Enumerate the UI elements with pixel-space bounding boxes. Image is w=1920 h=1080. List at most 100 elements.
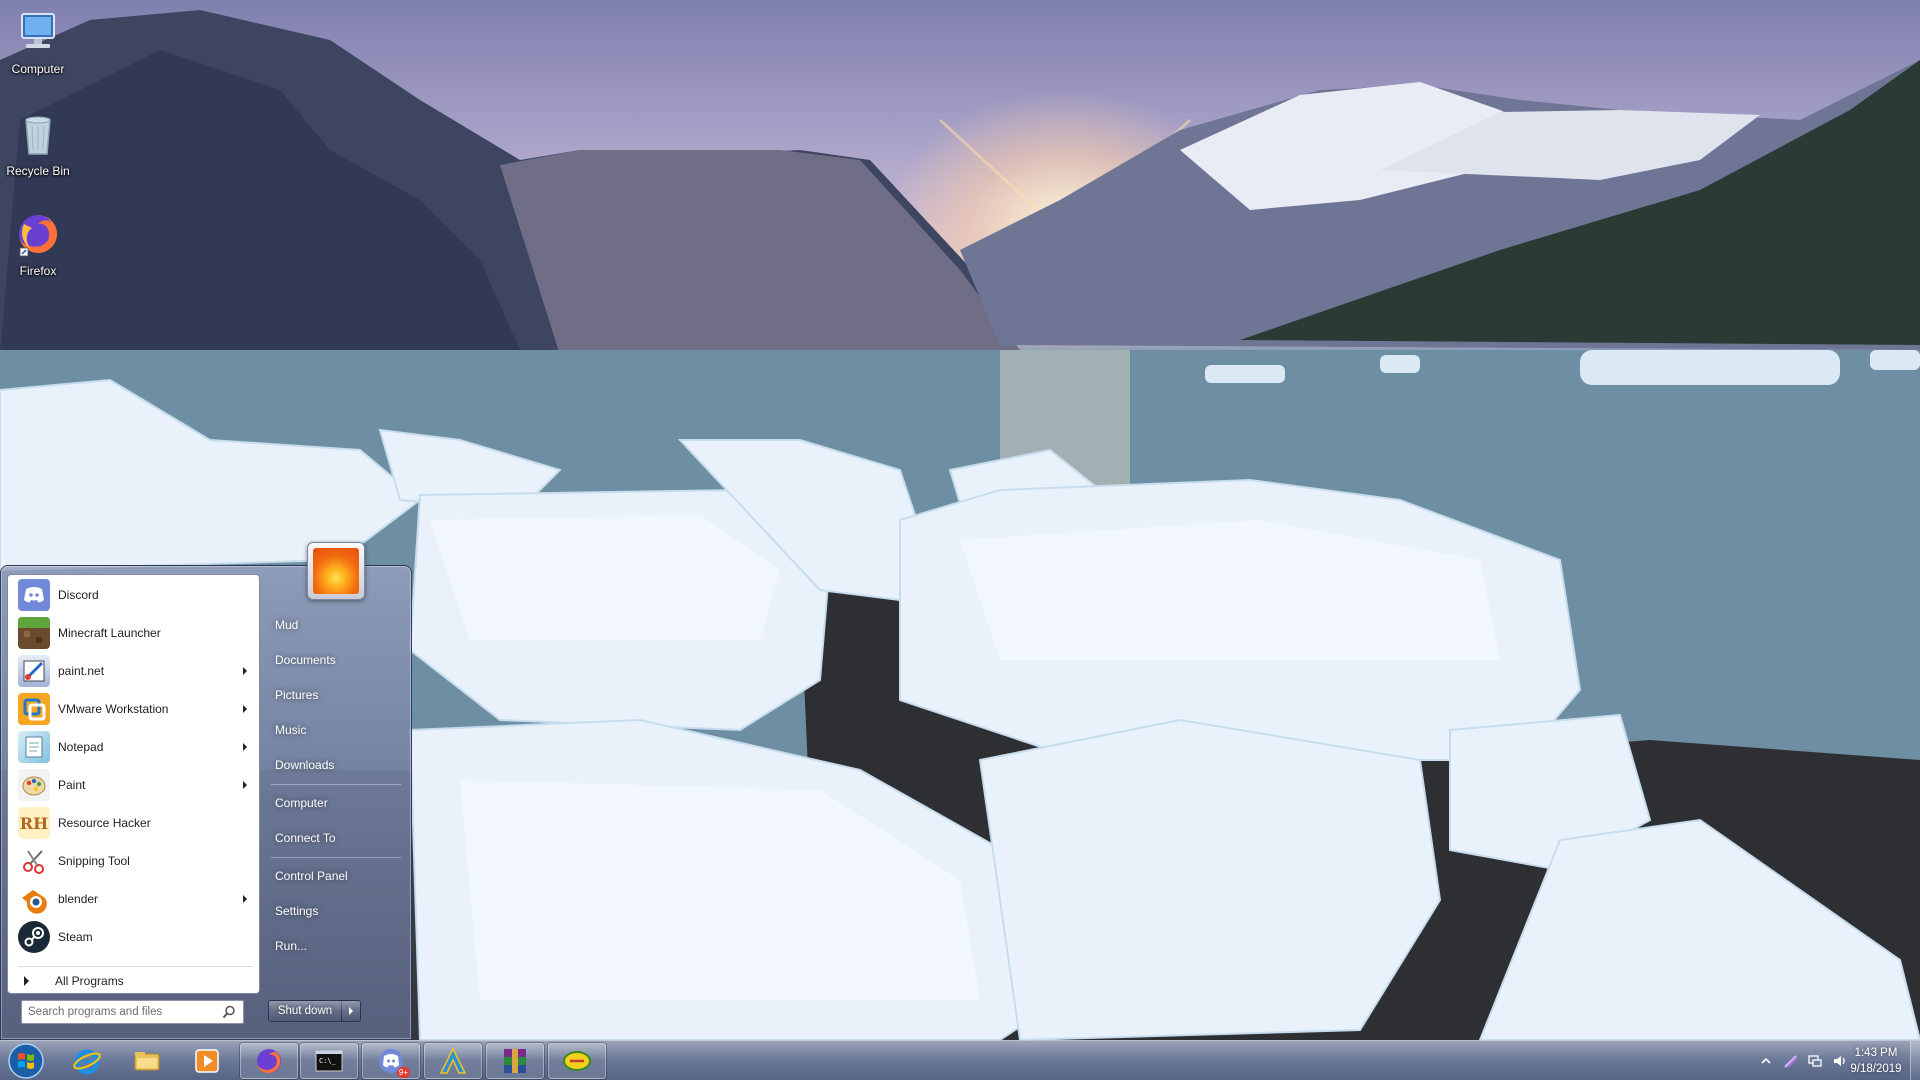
start-item-computer[interactable]: Computer	[267, 788, 405, 818]
start-item-downloads[interactable]: Downloads	[267, 750, 405, 780]
start-button[interactable]	[6, 1042, 46, 1080]
start-item-pictures[interactable]: Pictures	[267, 680, 405, 710]
taskbar-media-player[interactable]	[178, 1043, 236, 1079]
paint-net-icon	[18, 655, 50, 687]
start-menu-separator	[271, 857, 401, 858]
firefox-icon	[254, 1046, 284, 1076]
arc-launcher-icon	[438, 1046, 468, 1076]
all-programs-label: All Programs	[55, 974, 124, 988]
start-item-label: Computer	[275, 796, 328, 810]
program-item-vmware-workstation[interactable]: VMware Workstation	[12, 691, 255, 727]
network-icon[interactable]	[1807, 1053, 1823, 1069]
program-label: paint.net	[58, 664, 105, 678]
taskbar-arc-launcher[interactable]	[424, 1043, 482, 1079]
taskbar-clock[interactable]: 1:43 PM 9/18/2019	[1846, 1045, 1906, 1077]
start-item-connect-to[interactable]: Connect To	[267, 823, 405, 853]
chevron-right-icon	[348, 1007, 353, 1015]
start-search-box[interactable]	[21, 1000, 244, 1024]
clock-time: 1:43 PM	[1854, 1047, 1898, 1059]
start-item-label: Run...	[275, 939, 308, 953]
desktop-icon-label: Recycle Bin	[6, 164, 70, 178]
taskbar-command-prompt[interactable]: C:\_	[300, 1043, 358, 1079]
internet-explorer-icon	[72, 1046, 102, 1076]
flower-avatar-icon	[313, 548, 359, 594]
start-item-settings[interactable]: Settings	[267, 896, 405, 926]
start-item-run[interactable]: Run...	[267, 931, 405, 961]
discord-icon: 9+	[376, 1046, 410, 1078]
program-item-blender[interactable]: blender	[12, 881, 255, 917]
start-menu-programs-pane: Discord Minecraft Launcher paint.net VMw…	[7, 574, 260, 994]
taskbar-winrar[interactable]	[486, 1043, 544, 1079]
start-item-label: Mud	[275, 618, 299, 632]
user-picture[interactable]	[307, 542, 365, 600]
shutdown-label: Shut down	[277, 1005, 333, 1017]
all-programs-separator	[18, 966, 253, 967]
taskbar-discord[interactable]: 9+	[362, 1043, 420, 1079]
taskbar-file-explorer[interactable]	[118, 1043, 176, 1079]
all-programs-arrow-icon	[24, 976, 29, 986]
start-menu: Discord Minecraft Launcher paint.net VMw…	[0, 542, 412, 1040]
shutdown-options-button[interactable]	[341, 1000, 361, 1022]
program-item-paint-net[interactable]: paint.net	[12, 653, 255, 689]
program-label: VMware Workstation	[58, 702, 169, 716]
paint-icon	[18, 769, 50, 801]
shutdown-button[interactable]: Shut down	[268, 1000, 342, 1022]
search-icon[interactable]	[221, 1004, 237, 1020]
program-item-discord[interactable]: Discord	[12, 577, 255, 613]
program-label: Discord	[58, 588, 99, 602]
firefox-icon	[14, 210, 62, 258]
start-menu-separator	[271, 784, 401, 785]
media-player-icon	[192, 1046, 222, 1076]
taskbar-yellow-app[interactable]	[548, 1043, 606, 1079]
blender-icon	[18, 883, 50, 915]
winrar-icon	[500, 1046, 530, 1076]
recycle-bin-icon	[14, 110, 62, 158]
show-desktop-button[interactable]	[1910, 1041, 1920, 1080]
start-item-user-folder[interactable]: Mud	[267, 610, 405, 640]
clock-date: 9/18/2019	[1850, 1063, 1902, 1075]
notepad-icon	[18, 731, 50, 763]
discord-icon	[18, 579, 50, 611]
start-item-label: Control Panel	[275, 869, 348, 883]
resource-hacker-icon: RH	[18, 807, 50, 839]
program-item-resource-hacker[interactable]: RH Resource Hacker	[12, 805, 255, 841]
desktop-icon-recycle-bin[interactable]: Recycle Bin	[2, 104, 74, 190]
all-programs-button[interactable]: All Programs	[12, 969, 255, 993]
program-item-steam[interactable]: Steam	[12, 919, 255, 955]
start-item-documents[interactable]: Documents	[267, 645, 405, 675]
program-label: blender	[58, 892, 99, 906]
submenu-arrow-icon	[243, 743, 247, 751]
taskbar-internet-explorer[interactable]	[58, 1043, 116, 1079]
start-item-label: Pictures	[275, 688, 319, 702]
system-tray	[1758, 1041, 1848, 1080]
start-search-input[interactable]	[28, 1002, 221, 1022]
program-label: Snipping Tool	[58, 854, 130, 868]
program-item-minecraft-launcher[interactable]: Minecraft Launcher	[12, 615, 255, 651]
start-item-control-panel[interactable]: Control Panel	[267, 861, 405, 891]
program-label: Steam	[58, 930, 93, 944]
program-item-snipping-tool[interactable]: Snipping Tool	[12, 843, 255, 879]
windows-logo-icon	[8, 1043, 44, 1079]
taskbar-firefox[interactable]	[240, 1043, 298, 1079]
start-item-label: Documents	[275, 653, 336, 667]
desktop-icon-computer[interactable]: Computer	[2, 2, 74, 88]
program-label: Resource Hacker	[58, 816, 151, 830]
desktop-icon-label: Firefox	[19, 264, 57, 278]
start-item-music[interactable]: Music	[267, 715, 405, 745]
minecraft-icon	[18, 617, 50, 649]
start-item-label: Connect To	[275, 831, 336, 845]
program-item-notepad[interactable]: Notepad	[12, 729, 255, 765]
submenu-arrow-icon	[243, 895, 247, 903]
taskbar: C:\_ 9+ 1:43 PM 9/18/2019	[0, 1040, 1920, 1080]
start-item-label: Downloads	[275, 758, 335, 772]
desktop-icon-firefox[interactable]: Firefox	[2, 204, 74, 290]
show-hidden-icons-icon[interactable]	[1758, 1053, 1774, 1069]
vmware-icon	[18, 693, 50, 725]
snipping-tool-icon	[18, 845, 50, 877]
program-label: Paint	[58, 778, 86, 792]
desktop-icon-label: Computer	[11, 62, 65, 76]
start-item-label: Settings	[275, 904, 319, 918]
program-item-paint[interactable]: Paint	[12, 767, 255, 803]
submenu-arrow-icon	[243, 781, 247, 789]
pen-tray-icon[interactable]	[1783, 1053, 1799, 1069]
